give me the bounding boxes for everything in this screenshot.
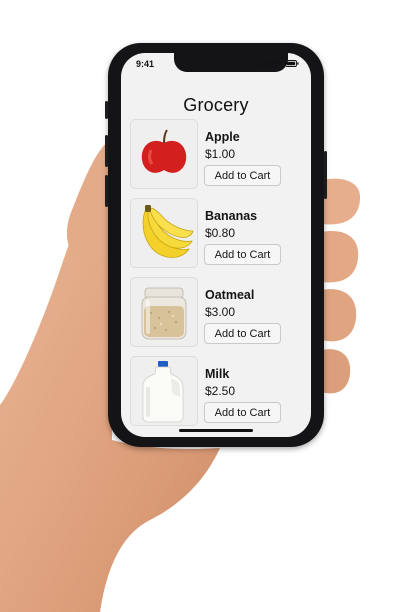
volume-down-button (105, 175, 108, 207)
volume-up-button (105, 135, 108, 167)
finger-4-shape (322, 349, 351, 394)
finger-2-shape (322, 231, 359, 283)
oatmeal-jar-image (141, 287, 187, 340)
product-name: Milk (205, 367, 230, 381)
product-row-apple: Apple $1.00 Add to Cart (130, 119, 306, 198)
product-name: Oatmeal (205, 288, 255, 302)
product-price: $1.00 (205, 147, 236, 161)
product-row-bananas: Bananas $0.80 Add to Cart (130, 198, 306, 277)
product-row-milk: Milk $2.50 Add to Cart (130, 356, 306, 435)
status-icons (258, 60, 299, 67)
phone-screen: 9:41 Grocery Apple $1.00 Add to Cart Ban… (121, 53, 311, 437)
battery-icon (285, 60, 299, 67)
phone-frame: 9:41 Grocery Apple $1.00 Add to Cart Ban… (105, 43, 327, 447)
product-price: $3.00 (205, 305, 236, 319)
status-time: 9:41 (136, 59, 155, 69)
add-to-cart-button-apple[interactable]: Add to Cart (204, 165, 281, 186)
product-name: Apple (205, 130, 240, 144)
page-title: Grocery (183, 95, 249, 115)
apple-image (141, 129, 187, 173)
product-thumb-apple (130, 119, 198, 189)
product-price: $0.80 (205, 226, 236, 240)
finger-1-shape (322, 178, 361, 225)
signal-bars-icon (258, 60, 269, 67)
product-row-oatmeal: Oatmeal $3.00 Add to Cart (130, 277, 306, 356)
milk-jug-image (142, 361, 184, 423)
product-name: Bananas (205, 209, 258, 223)
wifi-icon (272, 60, 282, 67)
product-thumb-oatmeal (130, 277, 198, 347)
finger-3-shape (322, 289, 357, 342)
add-to-cart-button-oatmeal[interactable]: Add to Cart (204, 323, 281, 344)
mute-switch (105, 101, 108, 119)
product-thumb-milk (130, 356, 198, 426)
add-to-cart-button-milk[interactable]: Add to Cart (204, 402, 281, 423)
product-price: $2.50 (205, 384, 236, 398)
home-indicator[interactable] (179, 429, 253, 432)
product-list: Apple $1.00 Add to Cart Bananas $0.80 Ad… (130, 119, 306, 435)
product-thumb-bananas (130, 198, 198, 268)
stage: 9:41 Grocery Apple $1.00 Add to Cart Ban… (0, 0, 408, 612)
power-button (324, 151, 327, 199)
bananas-image (142, 205, 194, 258)
add-to-cart-button-bananas[interactable]: Add to Cart (204, 244, 281, 265)
